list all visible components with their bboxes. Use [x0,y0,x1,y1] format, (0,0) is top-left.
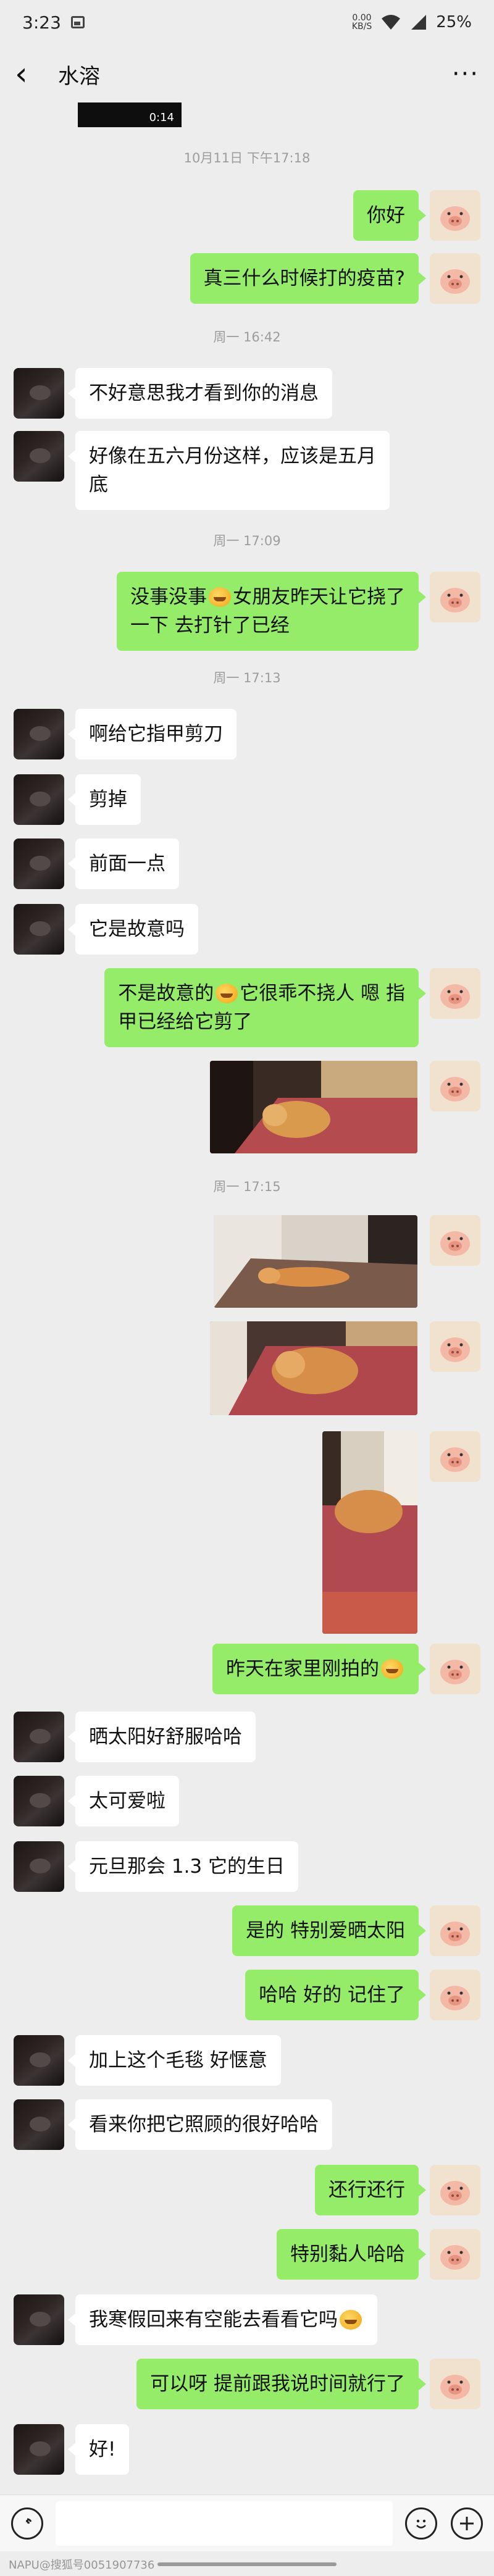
message-bubble[interactable]: 太可爱啦 [68,1776,179,1826]
avatar[interactable] [14,2035,64,2086]
timestamp: 周一 17:15 [213,1179,281,1194]
timestamp: 周一 16:42 [213,330,281,345]
cat-photo[interactable] [214,1215,417,1308]
more-icon[interactable]: ··· [452,62,479,86]
timestamp: 周一 17:13 [213,671,281,685]
avatar[interactable] [14,2099,64,2150]
grin-sweat-emoji-icon [381,1659,403,1679]
avatar[interactable] [430,968,480,1019]
avatar[interactable] [430,1215,480,1266]
cat-photo[interactable] [210,1061,417,1153]
avatar[interactable] [14,1776,64,1826]
cat-photo[interactable] [322,1431,417,1634]
avatar[interactable] [430,1321,480,1372]
signal-icon [411,15,427,30]
grin-sweat-emoji-icon [340,2310,362,2330]
avatar[interactable] [14,431,64,482]
timestamp: 周一 17:09 [213,533,281,548]
video-message[interactable]: 0:14 [78,102,182,127]
status-right: 0.00 KB/S 25% [352,13,472,31]
chevron-left-icon[interactable]: ‹ [15,58,40,90]
message-bubble[interactable]: 哈哈 好的 记住了 [245,1970,426,2020]
message-bubble[interactable]: 可以呀 提前跟我说时间就行了 [136,2359,426,2409]
avatar[interactable] [14,904,64,955]
gesture-area: NAPU@搜狐号0051907736 [0,2551,494,2576]
message-bubble[interactable]: 不好意思我才看到你的消息 [68,368,332,419]
avatar[interactable] [430,1905,480,1956]
watermark: NAPU@搜狐号0051907736 [9,2559,155,2572]
add-icon[interactable] [451,2507,483,2540]
avatar[interactable] [430,2359,480,2409]
voice-icon[interactable] [11,2507,43,2540]
status-time: 3:23 [22,12,61,33]
avatar[interactable] [430,2165,480,2215]
status-bar: 3:23 0.00 KB/S 25% [0,0,494,44]
net-speed: 0.00 KB/S [351,13,372,31]
chat-title: 水溶 [58,64,100,89]
avatar[interactable] [14,774,64,825]
avatar[interactable] [430,572,480,622]
message-bubble[interactable]: 好! [67,2424,130,2475]
input-bar [0,2494,494,2551]
avatar[interactable] [430,1061,480,1111]
avatar[interactable] [430,1644,480,1694]
avatar[interactable] [430,190,480,241]
message-bubble[interactable]: 加上这个毛毯 好惬意 [68,2035,281,2086]
avatar[interactable] [430,1970,480,2020]
message-bubble[interactable]: 没事没事 女朋友昨天让它挠了 一下 去打针了已经 [117,572,426,651]
message-bubble[interactable]: 是的 特别爱晒太阳 [232,1905,426,1956]
avatar[interactable] [430,2229,480,2280]
chat-header: ‹ 水溶 ··· [0,44,494,104]
message-bubble[interactable]: 还行还行 [315,2165,426,2215]
message-input[interactable] [56,2501,393,2546]
avatar[interactable] [14,2424,64,2475]
home-indicator[interactable] [157,2562,337,2566]
avatar[interactable] [14,1841,64,1892]
grin-sweat-emoji-icon [209,587,231,607]
message-bubble[interactable]: 真三什么时候打的疫苗? [190,253,427,304]
avatar[interactable] [430,1431,480,1482]
image-notification-icon [70,16,85,28]
message-bubble[interactable]: 元旦那会 1.3 它的生日 [67,1841,299,1892]
message-bubble[interactable]: 它是故意吗 [68,904,198,955]
message-bubble[interactable]: 前面一点 [68,838,179,889]
message-bubble[interactable]: 啊给它指甲剪刀 [68,709,237,759]
video-duration: 0:14 [149,111,174,124]
avatar[interactable] [14,2294,64,2345]
timestamp: 10月11日 下午17:18 [183,151,311,165]
message-bubble[interactable]: 剪掉 [68,774,141,825]
cat-photo[interactable] [210,1321,417,1415]
message-bubble[interactable]: 特别黏人哈哈 [277,2229,426,2280]
message-bubble[interactable]: 我寒假回来有空能去看看它吗 [68,2294,377,2345]
avatar[interactable] [14,838,64,889]
avatar[interactable] [14,368,64,419]
emoji-icon[interactable] [405,2507,437,2540]
battery-level: 25% [436,13,472,31]
avatar[interactable] [14,709,64,759]
avatar[interactable] [430,253,480,304]
wifi-icon [382,15,401,30]
grin-sweat-emoji-icon [216,984,238,1003]
message-bubble[interactable]: 你好 [353,190,426,241]
message-bubble[interactable]: 晒太阳好舒服哈哈 [68,1712,256,1762]
message-bubble[interactable]: 不是故意的 它很乖不挠人 嗯 指 甲已经给它剪了 [104,968,426,1047]
message-bubble[interactable]: 看来你把它照顾的很好哈哈 [68,2099,332,2150]
avatar[interactable] [14,1712,64,1762]
message-bubble[interactable]: 昨天在家里刚拍的 [212,1644,426,1694]
message-bubble[interactable]: 好像在五六月份这样，应该是五月 底 [68,431,390,510]
